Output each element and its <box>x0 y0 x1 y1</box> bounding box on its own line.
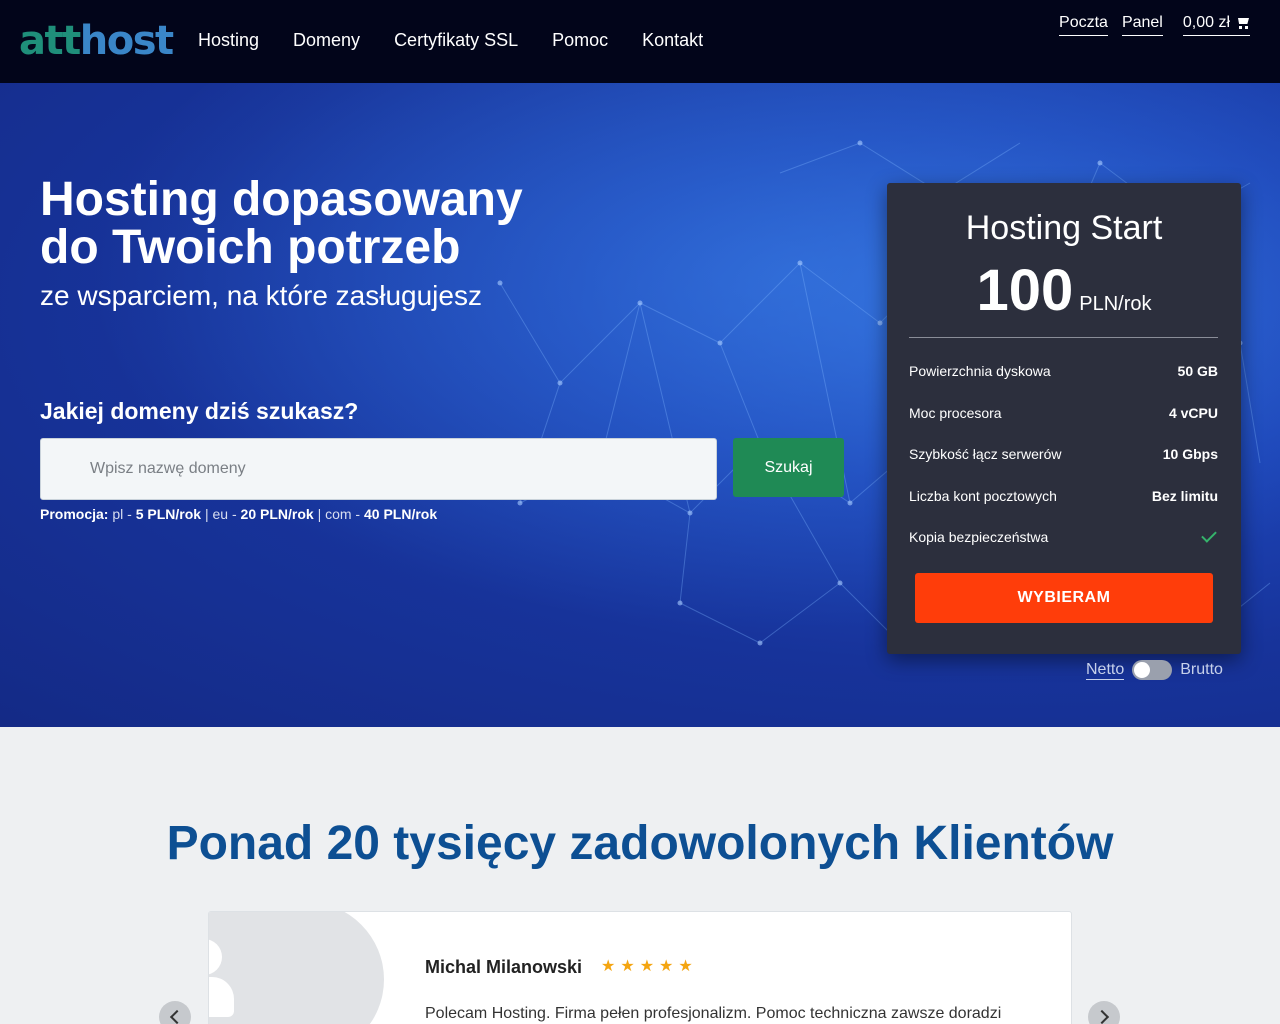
promo-line: Promocja: pl - 5 PLN/rok | eu - 20 PLN/r… <box>40 506 438 522</box>
carousel-next-button[interactable] <box>1088 1001 1120 1024</box>
nav-pomoc[interactable]: Pomoc <box>552 30 608 51</box>
search-button[interactable]: Szukaj <box>733 438 844 497</box>
clients-heading: Ponad 20 tysięcy zadowolonych Klientów <box>166 817 1114 870</box>
nav-domeny[interactable]: Domeny <box>293 30 360 51</box>
main-nav: Hosting Domeny Certyfikaty SSL Pomoc Kon… <box>198 30 703 51</box>
feature-row: Liczba kont pocztowych Bez limitu <box>909 488 1218 504</box>
cart-total: 0,00 zł <box>1182 14 1230 31</box>
star-rating: ★★★★★ <box>601 958 698 975</box>
feature-row: Kopia bezpieczeństwa <box>909 527 1218 545</box>
card-divider <box>909 337 1218 338</box>
price-type-switch[interactable] <box>1132 660 1173 680</box>
nav-certyfikaty-ssl[interactable]: Certyfikaty SSL <box>394 30 518 51</box>
avatar <box>209 912 384 1024</box>
poczta-link[interactable]: Poczta <box>1059 14 1108 36</box>
feature-row: Powierzchnia dyskowa 50 GB <box>909 363 1218 379</box>
plan-name: Hosting Start <box>965 209 1163 247</box>
logo[interactable]: atthost <box>19 18 174 64</box>
netto-brutto-toggle: Netto Brutto <box>1086 660 1223 680</box>
brutto-label[interactable]: Brutto <box>1180 661 1223 679</box>
reviewer-name: Michal Milanowski <box>425 957 583 977</box>
hero-subtitle: ze wsparciem, na które zasługujesz <box>40 280 482 311</box>
domain-search-input[interactable] <box>40 438 717 500</box>
netto-label[interactable]: Netto <box>1086 661 1125 680</box>
panel-link[interactable]: Panel <box>1121 14 1163 36</box>
feature-row: Szybkość łącz serwerów 10 Gbps <box>909 446 1218 462</box>
domain-question: Jakiej domeny dziś szukasz? <box>40 398 359 424</box>
hero-title: Hosting dopasowany do Twoich potrzeb <box>40 173 523 274</box>
hero-section: Hosting dopasowany do Twoich potrzeb ze … <box>0 83 1280 727</box>
cart-icon <box>1236 17 1250 29</box>
cart-button[interactable]: 0,00 zł <box>1182 14 1250 36</box>
nav-kontakt[interactable]: Kontakt <box>642 30 703 51</box>
review-text: Polecam Hosting. Firma pełen profesjonal… <box>425 1005 1002 1022</box>
top-navbar: atthost Hosting Domeny Certyfikaty SSL P… <box>0 0 1280 83</box>
plan-price: 100 PLN/rok <box>976 258 1152 323</box>
top-right-links: Poczta Panel 0,00 zł <box>1059 14 1250 36</box>
pricing-card: Hosting Start 100 PLN/rok Powierzchnia dy… <box>887 183 1241 654</box>
feature-row: Moc procesora 4 vCPU <box>909 405 1218 421</box>
review-card: Michal Milanowski ★★★★★ Polecam Hosting.… <box>208 911 1072 1024</box>
nav-hosting[interactable]: Hosting <box>198 30 259 51</box>
check-icon <box>1201 527 1217 543</box>
choose-plan-button[interactable]: WYBIERAM <box>915 573 1213 623</box>
carousel-prev-button[interactable] <box>159 1001 191 1024</box>
user-icon <box>209 939 222 975</box>
